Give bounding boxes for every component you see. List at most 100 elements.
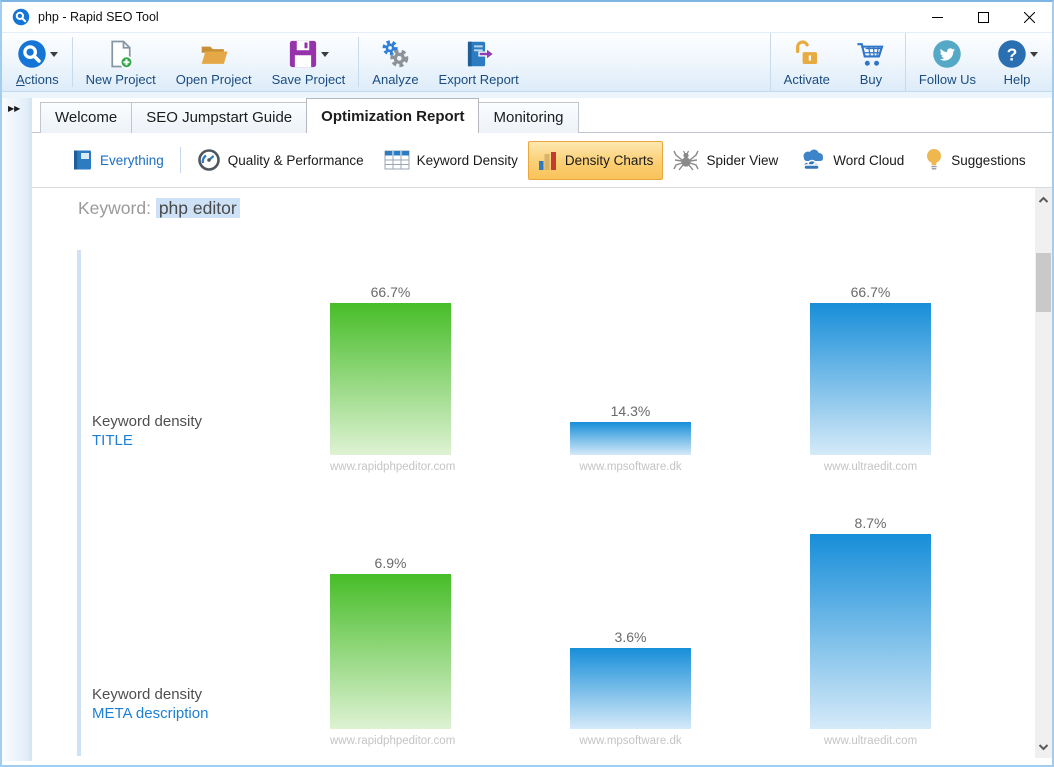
section-suggestions-button[interactable]: Suggestions [914, 139, 1035, 181]
bar-blue [570, 648, 691, 729]
save-project-icon [288, 39, 318, 69]
toolbar-separator [770, 33, 771, 91]
toolbar-separator [72, 37, 73, 87]
bar-column: 3.6% [570, 629, 691, 729]
app-window: php - Rapid SEO Tool Acti [0, 0, 1054, 767]
bar-chart-title: 66.7% 14.3% 66.7% [32, 250, 1052, 455]
analyze-label: Analyze [372, 72, 418, 87]
keyword-value: php editor [156, 198, 240, 218]
table-icon [384, 150, 410, 170]
lightbulb-icon [924, 148, 944, 172]
export-report-label: Export Report [439, 72, 519, 87]
bar-category-label: www.mpsoftware.dk [570, 461, 691, 473]
bar-value-label: 8.7% [855, 515, 887, 531]
follow-us-button[interactable]: Follow Us [909, 33, 986, 91]
scrollbar-thumb[interactable] [1036, 253, 1051, 312]
buy-cart-icon [855, 39, 887, 69]
bar-category-label: www.ultraedit.com [810, 461, 931, 473]
maximize-button[interactable] [960, 2, 1006, 32]
section-everything-button[interactable]: Everything [62, 140, 174, 180]
bar-value-label: 6.9% [375, 555, 407, 571]
bar-column: 66.7% [330, 284, 451, 455]
collapsed-side-panel[interactable]: ▶▶ [2, 98, 32, 761]
help-dropdown-caret[interactable] [1030, 52, 1038, 57]
minimize-button[interactable] [914, 2, 960, 32]
window-title: php - Rapid SEO Tool [38, 10, 159, 24]
section-keyword-density-button[interactable]: Keyword Density [374, 141, 528, 179]
bar-value-label: 14.3% [611, 403, 651, 419]
bar-category-label: www.ultraedit.com [810, 735, 931, 747]
subtoolbar-separator [180, 147, 181, 173]
scroll-up-arrow-icon[interactable] [1035, 191, 1052, 208]
activate-label: Activate [784, 72, 830, 87]
analyze-gears-icon [379, 38, 411, 70]
bar-value-label: 66.7% [371, 284, 411, 300]
activate-button[interactable]: Activate [774, 33, 840, 91]
actions-dropdown-caret[interactable] [50, 52, 58, 57]
export-report-icon [463, 39, 495, 69]
vertical-scrollbar[interactable] [1035, 188, 1052, 758]
bar-green [330, 303, 451, 455]
save-project-button[interactable]: Save Project [262, 33, 356, 91]
report-section-toolbar: Everything Quality & Performance [32, 133, 1052, 188]
bar-category-label: www.rapidphpeditor.com [330, 461, 451, 473]
actions-button[interactable]: Actions [6, 33, 69, 91]
save-project-label: Save Project [272, 72, 346, 87]
bar-chart-icon [538, 150, 558, 171]
analyze-button[interactable]: Analyze [362, 33, 428, 91]
tab-strip: Welcome SEO Jumpstart Guide Optimization… [32, 98, 1052, 133]
bar-blue [810, 303, 931, 455]
section-word-cloud-button[interactable]: Word Cloud [788, 140, 914, 181]
section-keyword-density-label: Keyword Density [417, 153, 518, 168]
main-toolbar: Actions New Project Open Proje [2, 32, 1052, 92]
new-project-icon [106, 39, 136, 69]
help-button[interactable]: ? Help [986, 33, 1048, 91]
section-density-charts-label: Density Charts [565, 153, 654, 168]
expand-panel-icon[interactable]: ▶▶ [8, 104, 20, 113]
tab-monitoring[interactable]: Monitoring [478, 102, 578, 133]
open-project-button[interactable]: Open Project [166, 33, 262, 91]
buy-label: Buy [860, 72, 882, 87]
section-word-cloud-label: Word Cloud [833, 153, 904, 168]
word-cloud-icon [798, 149, 826, 172]
bar-green [330, 574, 451, 729]
bar-column: 8.7% [810, 515, 931, 729]
section-suggestions-label: Suggestions [951, 153, 1025, 168]
close-button[interactable] [1006, 2, 1052, 32]
bar-blue [570, 422, 691, 455]
app-logo-icon [12, 8, 30, 26]
twitter-bird-icon [932, 39, 962, 69]
bar-value-label: 66.7% [851, 284, 891, 300]
actions-logo-icon [17, 39, 47, 69]
book-icon [72, 149, 93, 171]
tab-optimization-report[interactable]: Optimization Report [306, 98, 479, 133]
toolbar-separator [905, 33, 906, 91]
scroll-down-arrow-icon[interactable] [1035, 738, 1052, 755]
section-spider-view-button[interactable]: Spider View [663, 139, 788, 181]
activate-lock-icon [792, 39, 822, 69]
keyword-label: Keyword: [78, 198, 151, 218]
tab-welcome[interactable]: Welcome [40, 102, 132, 133]
toolbar-separator [358, 37, 359, 87]
open-project-label: Open Project [176, 72, 252, 87]
section-everything-label: Everything [100, 153, 164, 168]
title-bar: php - Rapid SEO Tool [2, 2, 1052, 32]
tab-seo-jumpstart-guide[interactable]: SEO Jumpstart Guide [131, 102, 307, 133]
export-report-button[interactable]: Export Report [429, 33, 529, 91]
section-density-charts-button[interactable]: Density Charts [528, 141, 664, 180]
new-project-button[interactable]: New Project [76, 33, 166, 91]
spider-icon [673, 148, 699, 172]
toolbar-spacer [529, 33, 767, 91]
help-label: Help [1004, 72, 1031, 87]
keyword-header: Keyword: php editor [78, 198, 240, 219]
save-project-dropdown-caret[interactable] [321, 52, 329, 57]
bar-blue [810, 534, 931, 729]
caption-buttons [914, 2, 1052, 32]
help-icon: ? [997, 39, 1027, 69]
new-project-label: New Project [86, 72, 156, 87]
section-quality-performance-button[interactable]: Quality & Performance [187, 139, 374, 181]
actions-label: Actions [16, 72, 59, 87]
report-scroll-area: Keyword: php editor Keyword density TITL… [32, 188, 1052, 761]
buy-button[interactable]: Buy [840, 33, 902, 91]
bar-column: 66.7% [810, 284, 931, 455]
